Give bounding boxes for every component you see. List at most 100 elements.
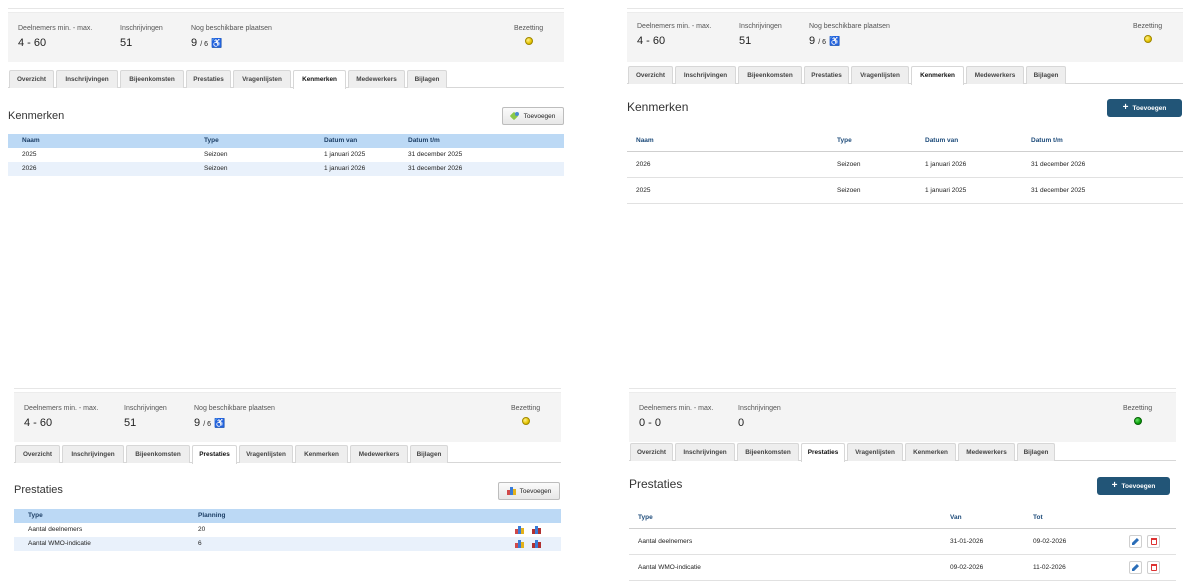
- table-cell: 1 januari 2026: [925, 161, 967, 168]
- tab-overzicht[interactable]: Overzicht: [15, 445, 60, 463]
- tab-kenmerken[interactable]: Kenmerken: [293, 70, 346, 89]
- table-header: Type Van Tot: [629, 507, 1176, 529]
- tab-bijlagen[interactable]: Bijlagen: [410, 445, 448, 463]
- table-cell: 31 december 2025: [408, 151, 463, 158]
- tab-vragenlijsten[interactable]: Vragenlijsten: [851, 66, 909, 84]
- tab-inschrijvingen[interactable]: Inschrijvingen: [675, 66, 736, 84]
- table-row[interactable]: 2025 Seizoen 1 januari 2025 31 december …: [627, 178, 1183, 204]
- add-button[interactable]: + Toevoegen: [1107, 99, 1182, 117]
- section-title: Kenmerken: [8, 110, 65, 122]
- table-cell: 1 januari 2026: [324, 165, 366, 172]
- stats-bar: Deelnemers min. - max. 4 - 60 Inschrijvi…: [14, 392, 561, 442]
- table-header: Type Planning: [14, 509, 561, 523]
- pencil-icon: [1132, 538, 1139, 545]
- stat-value: 9 / 6 ♿: [191, 37, 272, 49]
- stat-label: Inschrijvingen: [120, 25, 163, 32]
- edit-chart-icon[interactable]: [515, 540, 524, 548]
- stat-beschikbaar: Nog beschikbare plaatsen 9 / 6 ♿: [809, 23, 890, 47]
- delete-chart-icon[interactable]: [532, 540, 541, 548]
- table-cell: 31-01-2026: [950, 538, 984, 545]
- table-cell: Aantal deelnemers: [28, 526, 83, 533]
- tab-prestaties[interactable]: Prestaties: [801, 443, 845, 462]
- stat-deelnemers: Deelnemers min. - max. 4 - 60: [24, 405, 98, 429]
- panel-kenmerken-old: Deelnemers min. - max. 4 - 60 Inschrijvi…: [8, 8, 564, 198]
- tab-bijlagen[interactable]: Bijlagen: [1017, 443, 1055, 461]
- stat-label: Inschrijvingen: [738, 405, 781, 412]
- stat-inschrijvingen: Inschrijvingen 51: [124, 405, 167, 429]
- tab-vragenlijsten[interactable]: Vragenlijsten: [233, 70, 291, 88]
- plus-icon: +: [1111, 480, 1118, 491]
- tab-overzicht[interactable]: Overzicht: [630, 443, 673, 461]
- tab-prestaties[interactable]: Prestaties: [186, 70, 231, 88]
- tab-bijeenkomsten[interactable]: Bijeenkomsten: [738, 66, 802, 84]
- tab-vragenlijsten[interactable]: Vragenlijsten: [847, 443, 903, 461]
- table-cell: Seizoen: [204, 165, 228, 172]
- add-button[interactable]: + Toevoegen: [1097, 477, 1170, 495]
- table-cell: 2025: [636, 187, 651, 194]
- table-cell: 2026: [636, 161, 651, 168]
- stat-value-main: 9: [194, 417, 201, 429]
- stat-label: Nog beschikbare plaatsen: [194, 405, 275, 412]
- tab-kenmerken[interactable]: Kenmerken: [911, 66, 964, 85]
- tab-prestaties[interactable]: Prestaties: [804, 66, 849, 84]
- add-button[interactable]: Toevoegen: [498, 482, 560, 500]
- tab-inschrijvingen[interactable]: Inschrijvingen: [56, 70, 118, 88]
- chart-icon: [506, 487, 516, 495]
- stat-beschikbaar: Nog beschikbare plaatsen 9 / 6 ♿: [194, 405, 275, 429]
- add-button[interactable]: Toevoegen: [502, 107, 564, 125]
- table-row[interactable]: Aantal WMO-indicatie 09-02-2026 11-02-20…: [629, 555, 1176, 581]
- tab-bijeenkomsten[interactable]: Bijeenkomsten: [126, 445, 190, 463]
- stat-value: 4 - 60: [24, 417, 53, 429]
- delete-button[interactable]: [1147, 535, 1160, 548]
- edit-button[interactable]: [1129, 535, 1142, 548]
- delete-button[interactable]: [1147, 561, 1160, 574]
- tab-overzicht[interactable]: Overzicht: [628, 66, 673, 84]
- tab-bijlagen[interactable]: Bijlagen: [1026, 66, 1066, 84]
- tab-medewerkers[interactable]: Medewerkers: [350, 445, 408, 463]
- edit-button[interactable]: [1129, 561, 1142, 574]
- table-cell: 31 december 2026: [408, 165, 463, 172]
- plus-icon: +: [1122, 102, 1129, 113]
- stats-bar: Deelnemers min. - max. 4 - 60 Inschrijvi…: [627, 12, 1183, 62]
- table-row[interactable]: 2026 Seizoen 1 januari 2026 31 december …: [627, 152, 1183, 178]
- table-row[interactable]: 2026 Seizoen 1 januari 2026 31 december …: [8, 162, 564, 176]
- column-header: Naam: [636, 137, 654, 144]
- tab-kenmerken[interactable]: Kenmerken: [905, 443, 956, 461]
- tab-medewerkers[interactable]: Medewerkers: [348, 70, 405, 88]
- stat-label: Deelnemers min. - max.: [639, 405, 714, 412]
- data-table: Type Planning Aantal deelnemers 20 Aanta…: [14, 509, 561, 553]
- table-cell: Seizoen: [837, 161, 861, 168]
- tab-bijeenkomsten[interactable]: Bijeenkomsten: [120, 70, 184, 88]
- tab-overzicht[interactable]: Overzicht: [9, 70, 54, 88]
- wheelchair-icon: ♿: [829, 35, 841, 46]
- table-row[interactable]: Aantal deelnemers 20: [14, 523, 561, 537]
- stat-value: 0 - 0: [639, 417, 662, 429]
- column-header: Type: [204, 137, 219, 144]
- table-cell: 20: [198, 526, 206, 533]
- edit-chart-icon[interactable]: [515, 526, 524, 534]
- tab-bijeenkomsten[interactable]: Bijeenkomsten: [737, 443, 799, 461]
- column-header: Naam: [22, 137, 40, 144]
- column-header: Type: [28, 512, 43, 519]
- stat-value-small: / 6: [200, 41, 208, 48]
- tab-inschrijvingen[interactable]: Inschrijvingen: [62, 445, 124, 463]
- tab-prestaties[interactable]: Prestaties: [192, 445, 237, 464]
- tab-medewerkers[interactable]: Medewerkers: [966, 66, 1024, 84]
- tab-bijlagen[interactable]: Bijlagen: [407, 70, 447, 88]
- tab-kenmerken[interactable]: Kenmerken: [295, 445, 348, 463]
- stat-inschrijvingen: Inschrijvingen 51: [120, 25, 163, 49]
- table-row[interactable]: Aantal deelnemers 31-01-2026 09-02-2026: [629, 529, 1176, 555]
- table-row[interactable]: 2025 Seizoen 1 januari 2025 31 december …: [8, 148, 564, 162]
- tab-medewerkers[interactable]: Medewerkers: [958, 443, 1015, 461]
- table-cell: 1 januari 2025: [925, 187, 967, 194]
- divider: [627, 8, 1183, 9]
- table-cell: 2026: [22, 165, 37, 172]
- stat-label: Deelnemers min. - max.: [637, 23, 712, 30]
- stat-label: Bezetting: [511, 405, 541, 412]
- tab-vragenlijsten[interactable]: Vragenlijsten: [239, 445, 293, 463]
- table-row[interactable]: Aantal WMO-indicatie 6: [14, 537, 561, 551]
- column-header: Datum van: [925, 137, 959, 144]
- stat-value: 9 / 6 ♿: [194, 417, 275, 429]
- delete-chart-icon[interactable]: [532, 526, 541, 534]
- tab-inschrijvingen[interactable]: Inschrijvingen: [675, 443, 735, 461]
